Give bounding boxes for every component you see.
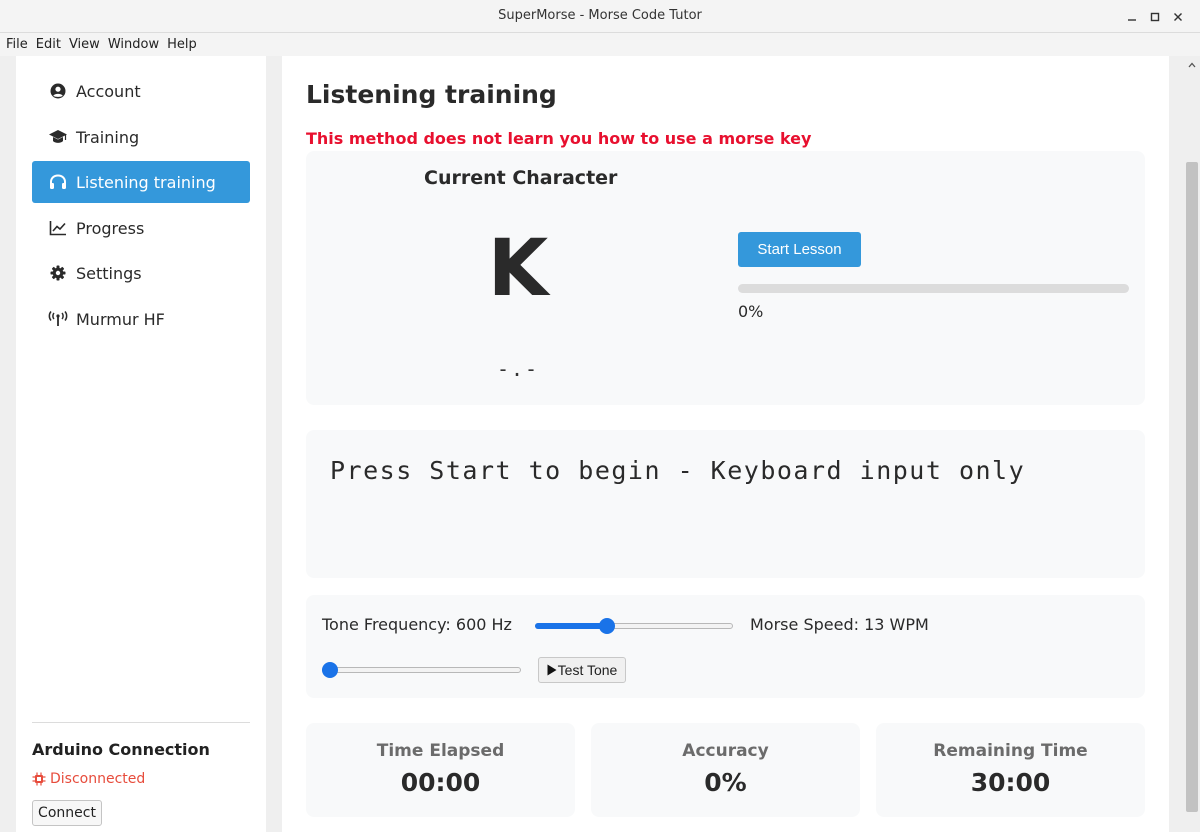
- headphones-icon: [48, 172, 68, 192]
- scroll-up-arrow-icon[interactable]: [1187, 60, 1197, 70]
- play-icon: [547, 664, 557, 676]
- input-panel[interactable]: Press Start to begin - Keyboard input on…: [306, 430, 1145, 578]
- slider-thumb[interactable]: [322, 662, 338, 678]
- menu-window[interactable]: Window: [104, 37, 163, 52]
- progress-bar: [738, 284, 1129, 293]
- sidebar-item-settings[interactable]: Settings: [32, 252, 250, 294]
- controls-panel: Tone Frequency: 600 Hz Morse Speed: 13 W…: [306, 595, 1145, 698]
- scrollbar-thumb[interactable]: [1186, 162, 1198, 812]
- scrollbar[interactable]: [1184, 56, 1200, 832]
- sidebar-item-label: Listening training: [76, 172, 216, 192]
- stat-time-elapsed: Time Elapsed 00:00: [306, 723, 575, 817]
- sidebar-item-label: Progress: [76, 218, 145, 238]
- microchip-icon: [32, 772, 46, 786]
- sidebar-divider: [32, 722, 250, 723]
- input-prompt: Press Start to begin - Keyboard input on…: [330, 456, 1026, 485]
- connect-button[interactable]: Connect: [32, 800, 102, 826]
- stat-label: Accuracy: [682, 741, 769, 761]
- main-content: Listening training This method does not …: [282, 56, 1169, 832]
- sidebar-item-label: Training: [76, 127, 140, 147]
- tone-frequency-label: Tone Frequency: 600 Hz: [322, 615, 512, 634]
- menu-help[interactable]: Help: [163, 37, 201, 52]
- slider-thumb[interactable]: [598, 618, 615, 634]
- current-character-label: Current Character: [424, 167, 618, 189]
- current-character: K: [487, 224, 549, 314]
- sidebar-item-progress[interactable]: Progress: [32, 207, 250, 249]
- stat-value: 0%: [704, 768, 747, 797]
- start-lesson-button[interactable]: Start Lesson: [738, 232, 861, 267]
- stat-label: Time Elapsed: [376, 741, 505, 761]
- menu-edit[interactable]: Edit: [32, 37, 65, 52]
- close-icon[interactable]: [1167, 6, 1189, 28]
- window-title: SuperMorse - Morse Code Tutor: [498, 8, 702, 23]
- sidebar-item-murmur-hf[interactable]: Murmur HF: [32, 298, 250, 340]
- sidebar: Account Training Listening training Prog…: [16, 56, 266, 832]
- title-bar: SuperMorse - Morse Code Tutor: [0, 0, 1200, 33]
- stat-remaining-time: Remaining Time 30:00: [876, 723, 1145, 817]
- arduino-heading: Arduino Connection: [32, 740, 210, 759]
- menu-file[interactable]: File: [2, 37, 32, 52]
- test-tone-button[interactable]: Test Tone: [538, 657, 626, 683]
- stat-value: 30:00: [970, 768, 1051, 797]
- arduino-status: Disconnected: [32, 771, 145, 787]
- sidebar-item-account[interactable]: Account: [32, 70, 250, 112]
- morse-speed-label: Morse Speed: 13 WPM: [750, 615, 929, 634]
- tone-frequency-slider[interactable]: [535, 618, 733, 634]
- menu-view[interactable]: View: [65, 37, 104, 52]
- sidebar-item-label: Account: [76, 81, 141, 101]
- test-tone-label: Test Tone: [557, 662, 618, 678]
- line-chart-icon: [48, 218, 68, 238]
- sidebar-item-listening-training[interactable]: Listening training: [32, 161, 250, 203]
- stat-accuracy: Accuracy 0%: [591, 723, 860, 817]
- character-panel: Current Character K -.- Start Lesson 0%: [306, 151, 1145, 405]
- menu-bar: File Edit View Window Help: [0, 33, 1200, 56]
- stat-value: 00:00: [400, 768, 481, 797]
- page-title: Listening training: [306, 80, 557, 109]
- graduation-cap-icon: [48, 127, 68, 147]
- user-circle-icon: [48, 81, 68, 101]
- morse-pattern: -.-: [496, 357, 540, 381]
- sidebar-item-training[interactable]: Training: [32, 116, 250, 158]
- minimize-icon[interactable]: [1121, 6, 1143, 28]
- gear-icon: [48, 263, 68, 283]
- stat-label: Remaining Time: [933, 741, 1088, 761]
- progress-text: 0%: [738, 302, 764, 321]
- morse-speed-slider[interactable]: [322, 662, 521, 678]
- antenna-icon: [48, 309, 68, 329]
- sidebar-item-label: Settings: [76, 263, 142, 283]
- maximize-icon[interactable]: [1144, 6, 1166, 28]
- sidebar-item-label: Murmur HF: [76, 309, 165, 329]
- warning-text: This method does not learn you how to us…: [306, 129, 812, 148]
- arduino-status-text: Disconnected: [50, 771, 146, 787]
